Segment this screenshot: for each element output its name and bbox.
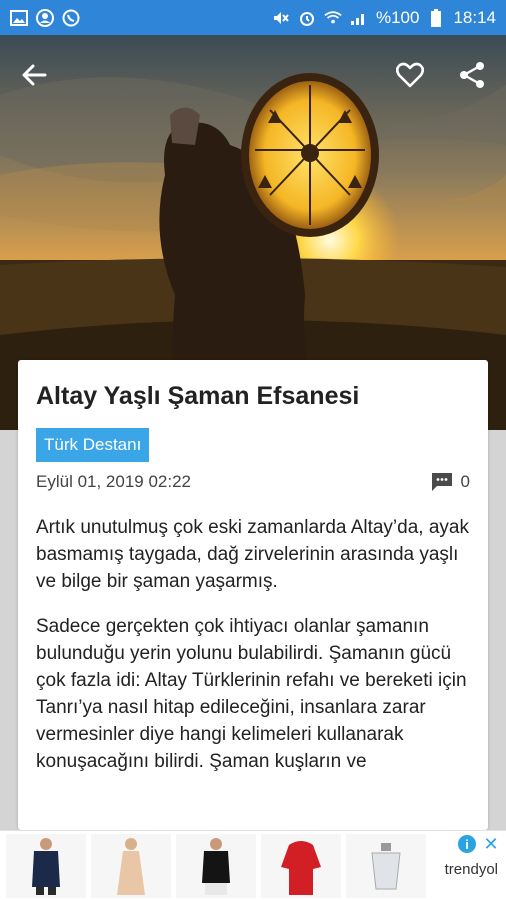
share-button[interactable] (456, 59, 488, 91)
ad-controls: i ✕ (458, 834, 500, 854)
gallery-icon (10, 9, 28, 27)
battery-percent: %100 (375, 7, 420, 27)
ad-banner[interactable]: i ✕ trendyol (0, 830, 506, 900)
comment-icon (431, 473, 452, 491)
battery-icon (427, 8, 445, 27)
whatsapp-icon (62, 9, 80, 27)
back-arrow-icon (22, 64, 47, 86)
category-tag[interactable]: Türk Destanı (36, 428, 150, 462)
article-paragraph: Sadece gerçekten çok ihtiyacı olanlar şa… (36, 616, 467, 772)
mute-icon (272, 9, 290, 27)
clock: 18:14 (453, 7, 496, 27)
ad-product-shirt-navy[interactable] (6, 833, 86, 898)
status-left (10, 8, 80, 27)
ad-brand-logo[interactable]: trendyol (445, 861, 498, 878)
share-icon (460, 62, 484, 88)
wifi-icon (324, 9, 342, 27)
ad-info-icon[interactable]: i (458, 835, 476, 853)
article-body: Artık unutulmuş çok eski zamanlarda Alta… (36, 514, 470, 775)
status-right: %100 18:14 (272, 8, 496, 28)
heart-icon (396, 62, 424, 88)
ad-product-perfume[interactable] (346, 833, 426, 898)
article-date: Eylül 01, 2019 02:22 (36, 472, 192, 491)
signal-icon (350, 9, 368, 27)
status-bar: %100 18:14 (0, 0, 506, 35)
ad-product-jacket-red[interactable] (261, 833, 341, 898)
ad-close-icon[interactable]: ✕ (482, 834, 500, 854)
article-paragraph: Artık unutulmuş çok eski zamanlarda Alta… (36, 517, 469, 592)
hero-actions (394, 59, 488, 91)
article-title: Altay Yaşlı Şaman Efsanesi (36, 382, 360, 410)
comment-count: 0 (460, 472, 470, 491)
article-card: Altay Yaşlı Şaman Efsanesi Türk Destanı … (18, 360, 488, 830)
hero-toolbar (0, 35, 506, 115)
ad-product-dress[interactable] (91, 833, 171, 898)
account-icon (36, 8, 54, 27)
favorite-button[interactable] (394, 59, 426, 91)
article-meta: Eylül 01, 2019 02:22 0 (36, 472, 470, 492)
ad-product-shirt-black[interactable] (176, 833, 256, 898)
back-button[interactable] (18, 59, 50, 91)
comments-button[interactable]: 0 (431, 472, 470, 492)
alarm-icon (298, 9, 316, 27)
